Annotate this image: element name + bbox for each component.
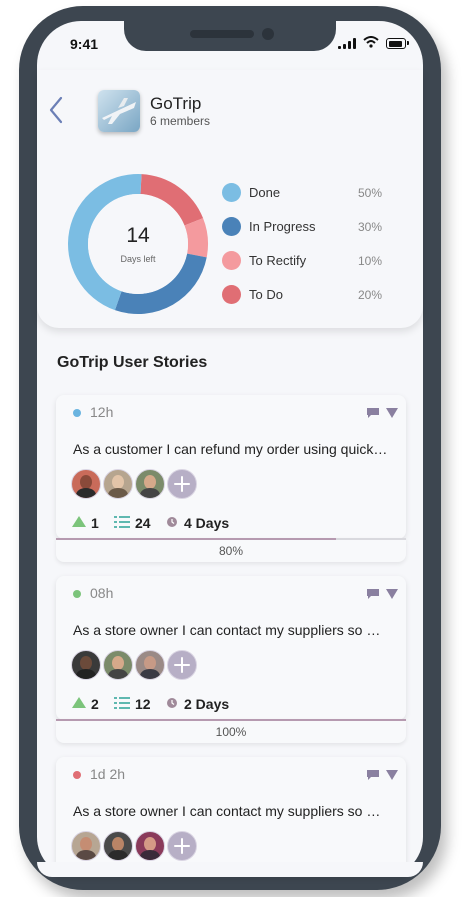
legend-dot [222,285,241,304]
wifi-icon [363,36,379,48]
back-icon[interactable] [47,96,65,124]
legend-dot [222,217,241,236]
legend-percent: 30% [357,220,382,234]
upvote-count: 2 [91,696,99,712]
status-time: 9:41 [70,36,99,52]
progress-bar [56,538,406,540]
progress-bar [56,719,406,721]
add-assignee-button[interactable] [167,469,197,499]
progress-bar-fill [56,538,336,540]
story-text: As a store owner I can contact my suppli… [73,803,381,819]
avatar[interactable] [135,831,165,861]
story-card[interactable]: 1d 2h As a store owner I can contact my … [56,757,406,877]
project-name: GoTrip [150,94,202,113]
airplane-icon [102,98,136,124]
legend-label: In Progress [249,219,316,234]
legend-item-done: Done 50% [222,182,392,204]
speaker [190,30,254,38]
comment-icon[interactable] [367,770,379,780]
clock-icon [167,517,177,527]
signal-icon [338,38,358,49]
avatar[interactable] [71,831,101,861]
legend-label: To Do [249,287,283,302]
camera [262,28,274,40]
phone-notch [124,21,336,51]
screen-bottom [37,862,423,877]
legend-percent: 20% [357,288,382,302]
section-title: GoTrip User Stories [57,354,208,371]
battery-icon [386,38,409,49]
legend-item-in-progress: In Progress 30% [222,216,392,238]
legend-percent: 50% [357,186,382,200]
story-card[interactable]: 12h As a customer I can refund my order … [56,395,406,562]
story-text: As a store owner I can contact my suppli… [73,622,381,638]
triangle-down-icon[interactable] [386,770,398,780]
avatar[interactable] [103,650,133,680]
clock-icon [167,698,177,708]
add-assignee-button[interactable] [167,650,197,680]
avatar[interactable] [71,469,101,499]
avatar[interactable] [103,831,133,861]
story-time: 12h [90,404,114,420]
upvote-count: 1 [91,515,99,531]
triangle-up-icon [72,516,86,527]
progress-label: 100% [215,725,247,739]
legend-dot [222,183,241,202]
days-remaining: 4 Days [184,515,230,531]
legend-label: To Rectify [249,253,307,268]
project-avatar [98,90,140,132]
avatar[interactable] [135,469,165,499]
progress-bar-fill [56,719,406,721]
story-time: 08h [90,585,114,601]
legend-item-to-do: To Do 20% [222,284,392,306]
days-remaining: 2 Days [184,696,230,712]
comment-icon[interactable] [367,589,379,599]
story-card[interactable]: 08h As a store owner I can contact my su… [56,576,406,743]
story-stats: 1 24 4 Days [72,514,372,532]
triangle-down-icon[interactable] [386,589,398,599]
task-count: 24 [135,515,151,531]
days-left-caption: Days left [120,254,156,264]
list-icon [114,516,130,528]
avatar[interactable] [135,650,165,680]
add-assignee-button[interactable] [167,831,197,861]
legend-item-to-rectify: To Rectify 10% [222,250,392,272]
avatar[interactable] [103,469,133,499]
story-status-dot [73,771,81,779]
legend-label: Done [249,185,281,200]
legend-dot [222,251,241,270]
triangle-down-icon[interactable] [386,408,398,418]
triangle-up-icon [72,697,86,708]
progress-label: 80% [218,544,244,558]
legend-percent: 10% [357,254,382,268]
assignee-avatars [71,469,211,499]
assignee-avatars [71,650,211,680]
story-stats: 2 12 2 Days [72,695,372,713]
avatar[interactable] [71,650,101,680]
assignee-avatars [71,831,211,861]
comment-icon[interactable] [367,408,379,418]
story-text: As a customer I can refund my order usin… [73,441,388,457]
story-status-dot [73,590,81,598]
list-icon [114,697,130,709]
story-time: 1d 2h [90,766,126,782]
project-members: 6 members [150,114,211,128]
story-status-dot [73,409,81,417]
task-count: 12 [135,696,151,712]
days-left-count: 14 [126,224,150,247]
